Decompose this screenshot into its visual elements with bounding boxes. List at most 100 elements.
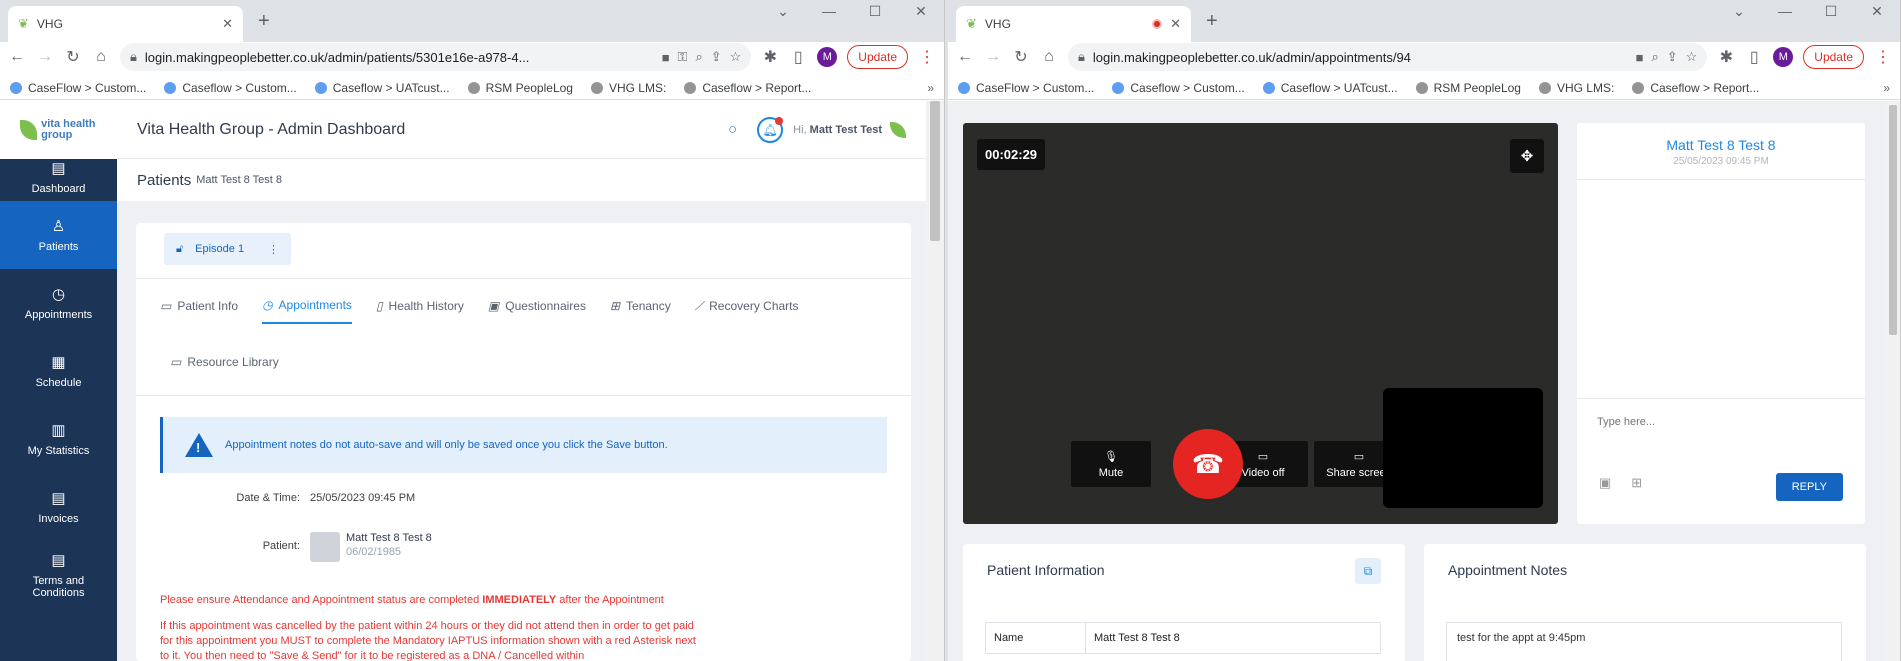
kebab-menu-icon[interactable]: ⋮: [268, 243, 279, 256]
more-bookmarks-icon[interactable]: »: [927, 81, 934, 95]
chevron-down-icon[interactable]: ⌄: [760, 3, 806, 20]
scroll-thumb[interactable]: [930, 101, 940, 241]
lock-icon[interactable]: 🔒︎: [130, 49, 137, 65]
new-tab-icon[interactable]: +: [258, 10, 270, 33]
tab-resource-library[interactable]: ▭ Resource Library: [170, 355, 279, 379]
camera-icon[interactable]: ■: [662, 50, 670, 65]
scroll-thumb[interactable]: [1889, 105, 1897, 335]
profile-avatar[interactable]: M: [1773, 47, 1794, 67]
appointment-notes-input[interactable]: test for the appt at 9:45pm: [1446, 622, 1842, 661]
hang-up-button[interactable]: ☎︎: [1173, 429, 1243, 499]
external-link-icon[interactable]: ⧉: [1355, 558, 1381, 584]
side-panel-icon[interactable]: ▯: [789, 47, 807, 67]
notification-bell-icon[interactable]: 🔔︎: [757, 116, 784, 143]
bookmark-item[interactable]: RSM PeopleLog: [467, 81, 573, 95]
mute-button[interactable]: 🎙︎ Mute: [1071, 441, 1151, 487]
episode-selector[interactable]: 🔓︎ Episode 1 ⋮: [164, 233, 291, 265]
checklist-icon: ▣: [487, 299, 500, 313]
bookmark-item[interactable]: RSM PeopleLog: [1415, 81, 1521, 95]
reply-button[interactable]: REPLY: [1775, 473, 1843, 501]
bookmark-item[interactable]: Caseflow > Report...: [684, 81, 811, 95]
page-scrollbar[interactable]: [926, 101, 944, 661]
reload-icon[interactable]: ↻: [64, 47, 82, 67]
page-scrollbar[interactable]: [1886, 101, 1900, 661]
move-icon[interactable]: ✥: [1510, 139, 1544, 173]
tab-health-history[interactable]: ▯ Health History: [376, 298, 464, 324]
update-button[interactable]: Update: [1803, 45, 1864, 69]
tab-tenancy[interactable]: ⊞ Tenancy: [610, 298, 671, 324]
minimize-icon[interactable]: —: [806, 3, 852, 20]
chat-message-input[interactable]: [1595, 408, 1847, 458]
tab-patient-info[interactable]: ▭ Patient Info: [160, 298, 238, 324]
maximize-icon[interactable]: ☐: [852, 3, 898, 20]
share-icon[interactable]: ⇪: [711, 49, 722, 65]
image-icon[interactable]: ▣: [1599, 475, 1611, 491]
camera-icon[interactable]: ■: [1636, 50, 1644, 65]
back-icon[interactable]: ←: [8, 48, 26, 66]
calendar-icon: ▦: [51, 354, 66, 371]
sidebar-item-appointments[interactable]: ◷ Appointments: [0, 269, 117, 337]
menu-icon[interactable]: ⋮: [918, 47, 936, 67]
tab-questionnaires[interactable]: ▣ Questionnaires: [488, 298, 586, 324]
chevron-down-icon[interactable]: ⌄: [1716, 3, 1762, 20]
close-window-icon[interactable]: ✕: [1854, 3, 1900, 20]
tab-recovery-charts[interactable]: ⟋ Recovery Charts: [695, 298, 799, 324]
sidebar-item-patients[interactable]: ♙ Patients: [0, 201, 117, 269]
share-icon[interactable]: ⇪: [1667, 49, 1678, 65]
user-logo-icon: [890, 121, 906, 138]
sidebar-item-dashboard[interactable]: ▤ Dashboard: [0, 159, 117, 201]
close-window-icon[interactable]: ✕: [898, 3, 944, 20]
star-icon[interactable]: ☆: [1686, 49, 1698, 65]
bookmark-item[interactable]: VHG LMS:: [590, 81, 666, 95]
tab-appointments[interactable]: ◷ Appointments: [262, 298, 352, 324]
bookmark-item[interactable]: CaseFlow > Custom...: [958, 81, 1094, 95]
reload-icon[interactable]: ↻: [1012, 47, 1030, 67]
user-greeting[interactable]: Hi, Matt Test Test: [793, 124, 882, 136]
lock-icon[interactable]: 🔒︎: [1078, 49, 1085, 65]
address-bar[interactable]: 🔒︎ login.makingpeoplebetter.co.uk/admin/…: [120, 43, 752, 71]
bookmark-item[interactable]: Caseflow > Report...: [1632, 81, 1759, 95]
forward-icon[interactable]: →: [36, 48, 54, 66]
zoom-icon[interactable]: ⌕: [1651, 49, 1658, 65]
forward-icon[interactable]: →: [984, 48, 1002, 66]
update-button[interactable]: Update: [847, 45, 908, 69]
browser-tab[interactable]: ❦ VHG ✕: [8, 6, 243, 42]
bookmark-item[interactable]: CaseFlow > Custom...: [10, 81, 146, 95]
extensions-icon[interactable]: ✱: [1717, 47, 1735, 67]
sidebar-item-my-statistics[interactable]: ▥ My Statistics: [0, 405, 117, 473]
extensions-icon[interactable]: ✱: [761, 47, 779, 67]
sidebar-item-invoices[interactable]: ▤ Invoices: [0, 473, 117, 541]
vita-logo[interactable]: vita health group: [0, 101, 117, 159]
plus-icon[interactable]: ⊞: [1631, 475, 1642, 491]
bookmark-item[interactable]: VHG LMS:: [1538, 81, 1614, 95]
home-icon[interactable]: ⌂: [92, 48, 110, 66]
minimize-icon[interactable]: —: [1762, 3, 1808, 20]
divider: [1577, 398, 1865, 399]
datetime-value: 25/05/2023 09:45 PM: [310, 492, 416, 504]
bookmark-item[interactable]: Caseflow > UATcust...: [314, 81, 450, 95]
sidebar-item-schedule[interactable]: ▦ Schedule: [0, 337, 117, 405]
home-icon[interactable]: ⌂: [1040, 48, 1058, 66]
maximize-icon[interactable]: ☐: [1808, 3, 1854, 20]
patient-name[interactable]: Matt Test 8 Test 8: [346, 532, 432, 544]
bookmark-item[interactable]: Caseflow > Custom...: [1112, 81, 1245, 95]
close-tab-icon[interactable]: ✕: [1170, 16, 1181, 32]
new-tab-icon[interactable]: +: [1206, 10, 1218, 33]
bookmark-item[interactable]: Caseflow > UATcust...: [1262, 81, 1398, 95]
self-view-video[interactable]: [1383, 388, 1543, 508]
sidebar-item-terms[interactable]: ▤ Terms and Conditions: [0, 541, 117, 609]
key-icon[interactable]: ⚿: [678, 49, 688, 65]
window-controls: ⌄ — ☐ ✕: [760, 3, 944, 20]
address-bar[interactable]: 🔒︎ login.makingpeoplebetter.co.uk/admin/…: [1068, 43, 1708, 71]
back-icon[interactable]: ←: [956, 48, 974, 66]
side-panel-icon[interactable]: ▯: [1745, 47, 1763, 67]
menu-icon[interactable]: ⋮: [1874, 47, 1892, 67]
bookmark-item[interactable]: Caseflow > Custom...: [164, 81, 297, 95]
profile-avatar[interactable]: M: [817, 47, 838, 67]
close-tab-icon[interactable]: ✕: [222, 16, 233, 32]
browser-tab[interactable]: ❦ VHG ✕: [956, 6, 1191, 42]
star-icon[interactable]: ☆: [730, 49, 742, 65]
search-icon[interactable]: ○: [728, 121, 737, 138]
more-bookmarks-icon[interactable]: »: [1883, 81, 1890, 95]
zoom-icon[interactable]: ⌕: [695, 49, 702, 65]
